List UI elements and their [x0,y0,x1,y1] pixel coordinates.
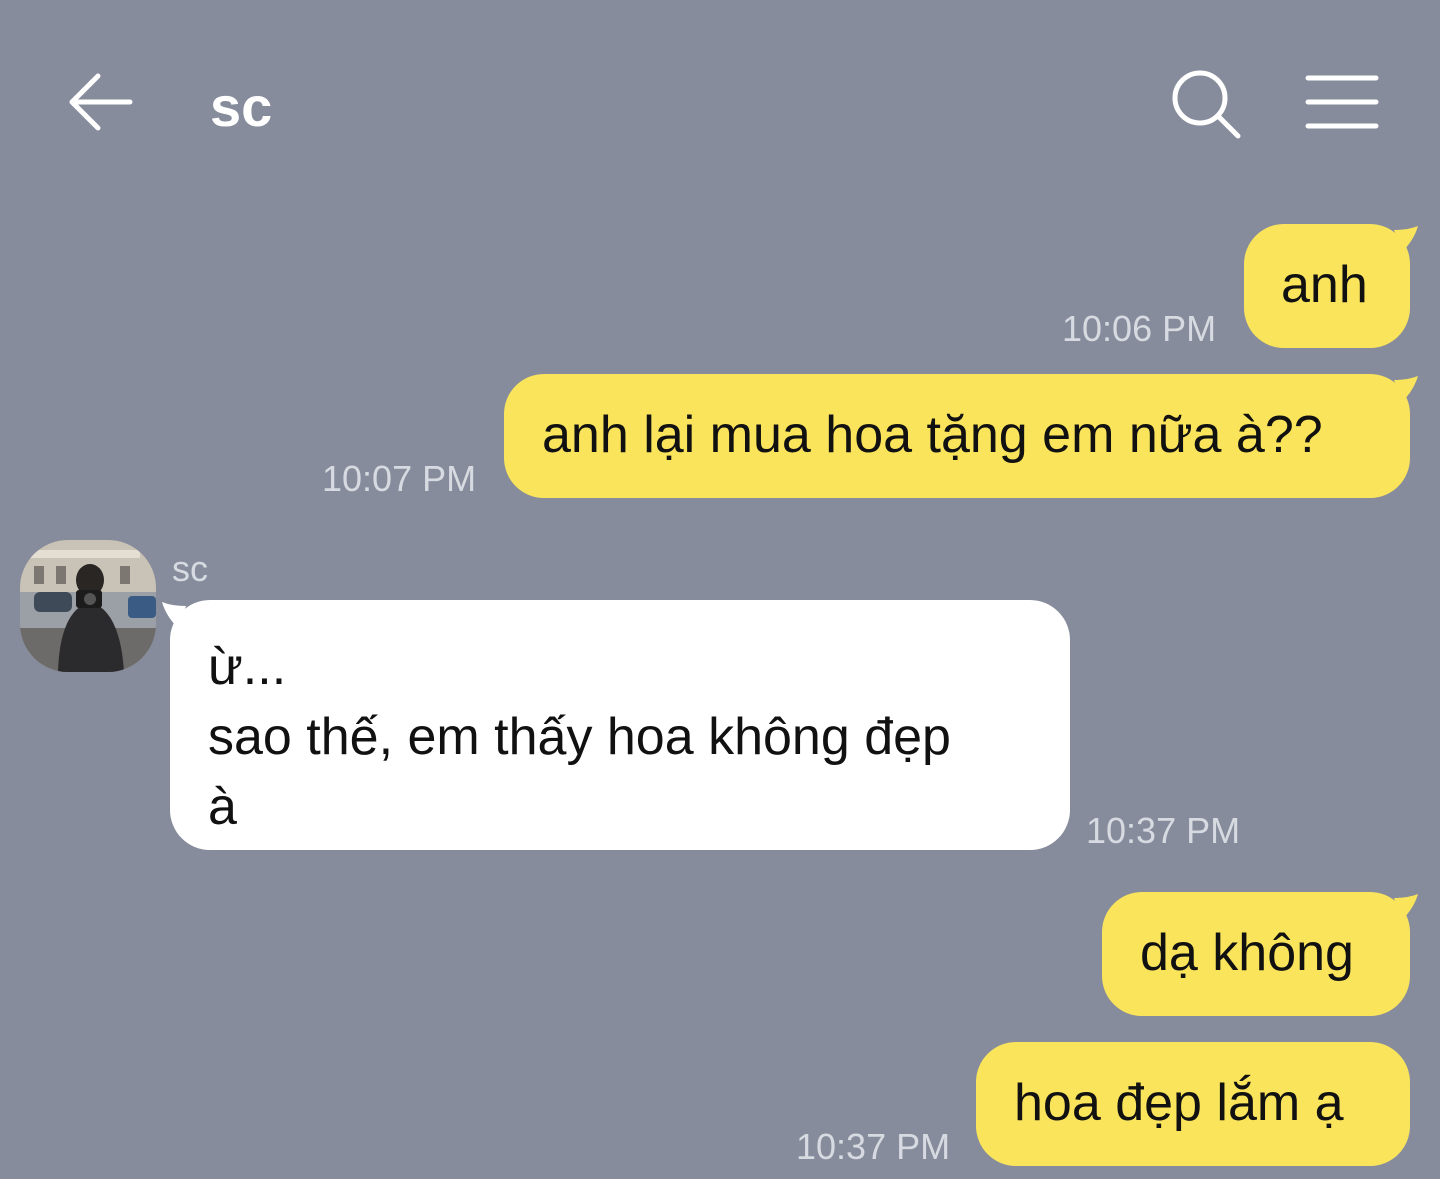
message-text: ừ... sao thế, em thấy hoa không đẹp à [208,638,951,836]
outgoing-message-bubble[interactable]: hoa đẹp lắm ạ [976,1042,1410,1166]
chat-header: sc [0,0,1440,200]
incoming-message-bubble[interactable]: ừ... sao thế, em thấy hoa không đẹp à [170,600,1070,850]
arrow-left-icon [69,73,133,131]
message-time: 10:07 PM [322,458,477,499]
search-icon [1172,70,1241,139]
outgoing-message-bubble[interactable]: anh [1244,224,1410,348]
outgoing-message-bubble[interactable]: anh lại mua hoa tặng em nữa à?? [504,374,1410,498]
message-time: 10:06 PM [1062,308,1217,349]
message-text: anh lại mua hoa tặng em nữa à?? [542,406,1323,464]
bubble-tail [1394,894,1418,920]
hamburger-menu-icon [1305,75,1379,129]
message-text: hoa đẹp lắm ạ [1014,1074,1344,1132]
bubble-tail [1394,376,1418,402]
chat-title: sc [210,75,273,138]
menu-button[interactable] [1302,70,1382,134]
search-button[interactable] [1168,66,1244,142]
back-button[interactable] [64,68,136,136]
sender-name: sc [172,548,208,589]
message-time: 10:37 PM [796,1126,951,1167]
message-time: 10:37 PM [1086,810,1241,851]
bubble-tail [1394,226,1418,252]
avatar[interactable] [20,540,156,672]
outgoing-message-bubble[interactable]: dạ không [1102,892,1410,1016]
avatar-photo [20,540,156,672]
message-text: anh [1281,256,1368,314]
message-text: dạ không [1140,924,1354,982]
